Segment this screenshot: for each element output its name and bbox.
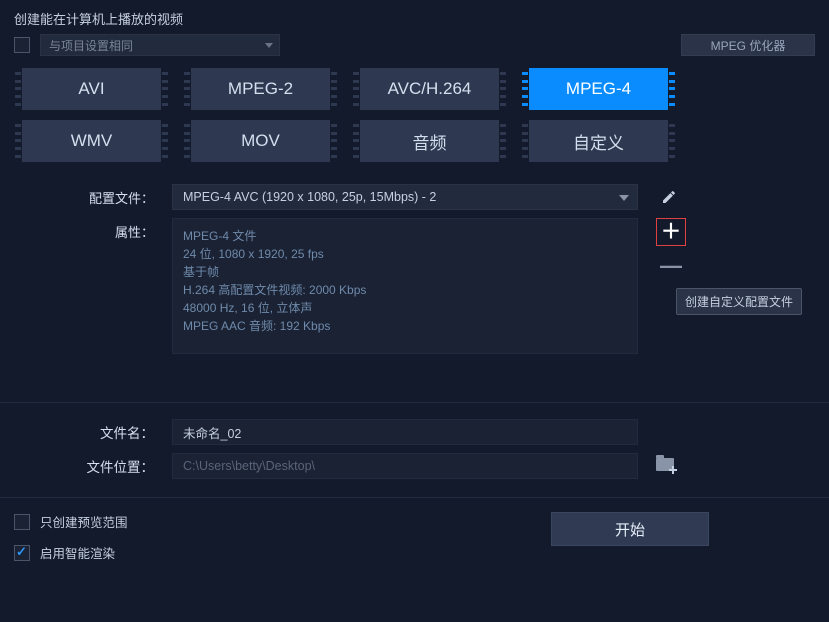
film-strip-icon	[330, 68, 338, 110]
format-tab-avc/h.264[interactable]: AVC/H.264	[352, 68, 507, 110]
format-label: AVC/H.264	[388, 79, 472, 99]
format-label: AVI	[78, 79, 104, 99]
same-as-project-checkbox[interactable]	[14, 37, 30, 53]
chevron-down-icon	[619, 195, 629, 201]
film-strip-icon	[161, 68, 169, 110]
film-strip-icon	[352, 120, 360, 162]
format-label: 音频	[413, 129, 447, 154]
format-label: MPEG-2	[228, 79, 293, 99]
format-label: 自定义	[573, 129, 624, 154]
property-line: 24 位, 1080 x 1920, 25 fps	[183, 245, 627, 263]
film-strip-icon	[668, 120, 676, 162]
filename-input[interactable]: 未命名_02	[172, 419, 638, 445]
profile-label: 配置文件：	[14, 184, 154, 207]
minus-icon: —	[660, 260, 682, 271]
start-button[interactable]: 开始	[551, 512, 709, 546]
filename-label: 文件名：	[14, 422, 154, 442]
format-label: MOV	[241, 131, 280, 151]
smart-render-option[interactable]: 启用智能渲染	[14, 543, 128, 562]
film-strip-icon	[499, 120, 507, 162]
page-title: 创建能在计算机上播放的视频	[0, 0, 829, 34]
property-line: 基于帧	[183, 263, 627, 281]
properties-box: MPEG-4 文件24 位, 1080 x 1920, 25 fps基于帧H.2…	[172, 218, 638, 354]
mpeg-optimizer-button[interactable]: MPEG 优化器	[681, 34, 815, 56]
add-profile-tooltip: 创建自定义配置文件	[676, 288, 802, 315]
pencil-icon	[661, 189, 677, 205]
film-strip-icon	[161, 120, 169, 162]
format-tab-wmv[interactable]: WMV	[14, 120, 169, 162]
same-as-project-dropdown[interactable]: 与项目设置相同	[40, 34, 280, 56]
plus-icon: ＋	[661, 222, 681, 242]
properties-label: 属性：	[14, 218, 154, 241]
profile-value: MPEG-4 AVC (1920 x 1080, 25p, 15Mbps) - …	[183, 190, 436, 204]
film-strip-icon	[330, 120, 338, 162]
filelocation-label: 文件位置：	[14, 456, 154, 476]
chevron-down-icon	[265, 43, 273, 48]
filelocation-input[interactable]: C:\Users\betty\Desktop\	[172, 453, 638, 479]
film-strip-icon	[668, 68, 676, 110]
edit-profile-button[interactable]	[656, 184, 682, 210]
remove-profile-button[interactable]: —	[658, 252, 684, 278]
film-strip-icon	[14, 68, 22, 110]
film-strip-icon	[521, 120, 529, 162]
film-strip-icon	[352, 68, 360, 110]
preview-only-label: 只创建预览范围	[40, 512, 128, 531]
film-strip-icon	[14, 120, 22, 162]
format-tab-mov[interactable]: MOV	[183, 120, 338, 162]
browse-folder-button[interactable]	[656, 455, 678, 477]
film-strip-icon	[183, 120, 191, 162]
property-line: MPEG-4 文件	[183, 227, 627, 245]
dropdown-label: 与项目设置相同	[49, 37, 133, 54]
format-tab-音频[interactable]: 音频	[352, 120, 507, 162]
profile-dropdown[interactable]: MPEG-4 AVC (1920 x 1080, 25p, 15Mbps) - …	[172, 184, 638, 210]
preview-only-option[interactable]: 只创建预览范围	[14, 512, 128, 531]
property-line: 48000 Hz, 16 位, 立体声	[183, 299, 627, 317]
format-tab-avi[interactable]: AVI	[14, 68, 169, 110]
property-line: H.264 高配置文件视频: 2000 Kbps	[183, 281, 627, 299]
preview-only-checkbox[interactable]	[14, 514, 30, 530]
format-tab-自定义[interactable]: 自定义	[521, 120, 676, 162]
format-label: WMV	[71, 131, 113, 151]
smart-render-checkbox[interactable]	[14, 545, 30, 561]
film-strip-icon	[183, 68, 191, 110]
film-strip-icon	[499, 68, 507, 110]
folder-icon	[656, 458, 674, 471]
format-label: MPEG-4	[566, 79, 631, 99]
property-line: MPEG AAC 音频: 192 Kbps	[183, 317, 627, 335]
format-tab-mpeg-2[interactable]: MPEG-2	[183, 68, 338, 110]
smart-render-label: 启用智能渲染	[40, 543, 115, 562]
film-strip-icon	[521, 68, 529, 110]
format-tab-mpeg-4[interactable]: MPEG-4	[521, 68, 676, 110]
add-profile-button[interactable]: ＋	[656, 218, 686, 246]
